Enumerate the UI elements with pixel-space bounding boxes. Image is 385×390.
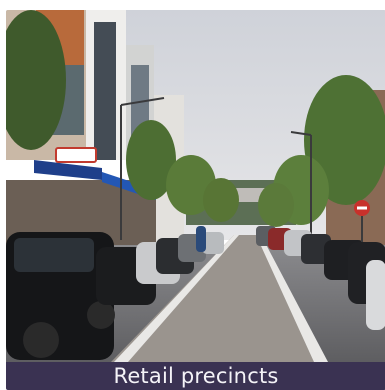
caption-bar: Retail precincts [6,362,385,390]
caption-text: Retail precincts [113,364,279,388]
street-scene-photo [6,10,385,362]
storefront-sign [55,147,97,163]
image-card: Retail precincts [6,10,385,390]
pedestrian [196,226,206,252]
